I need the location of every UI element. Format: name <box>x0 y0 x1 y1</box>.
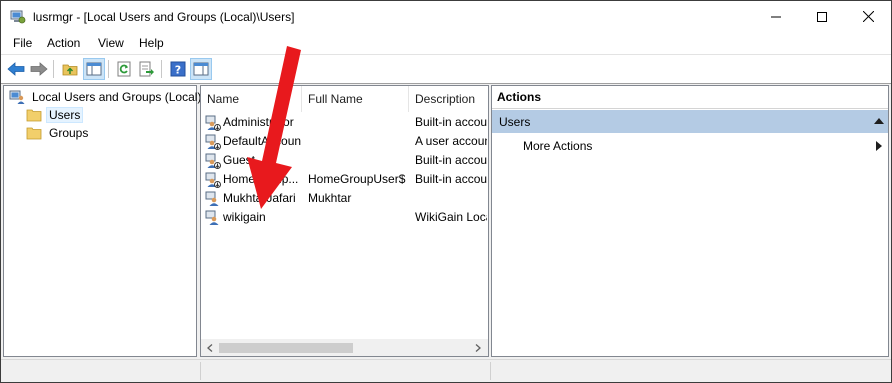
minimize-button[interactable] <box>753 1 799 32</box>
menu-view[interactable]: View <box>98 36 124 50</box>
forward-icon <box>30 62 48 76</box>
folder-icon <box>26 109 42 122</box>
tree-item-groups-label: Groups <box>49 126 89 140</box>
computer-management-icon <box>10 10 26 24</box>
user-icon <box>205 191 219 206</box>
menu-file[interactable]: File <box>13 36 32 50</box>
local-users-groups-icon <box>9 90 25 104</box>
close-button[interactable] <box>845 1 891 32</box>
horizontal-scrollbar[interactable] <box>201 339 488 356</box>
toolbar: ? <box>1 54 891 84</box>
column-header-full-name[interactable]: Full Name <box>302 86 409 112</box>
up-folder-icon <box>62 64 78 76</box>
actions-pane: Actions Users More Actions <box>491 85 889 357</box>
more-actions-label: More Actions <box>523 139 593 153</box>
users-list: Name Full Name Description Administrator… <box>200 85 489 357</box>
list-item[interactable]: MukhtarJafari Mukhtar <box>201 189 488 208</box>
column-header-description[interactable]: Description <box>409 86 488 112</box>
show-hide-tree-button[interactable] <box>83 58 105 80</box>
back-button[interactable] <box>5 58 27 80</box>
list-item[interactable]: wikigain WikiGain Local <box>201 208 488 227</box>
show-hide-action-pane-icon <box>193 62 209 76</box>
status-bar <box>1 359 891 382</box>
list-header: Name Full Name Description <box>201 86 488 112</box>
chevron-right-icon <box>475 343 481 352</box>
svg-text:?: ? <box>175 64 181 77</box>
console-tree: Local Users and Groups (Local) Users Gro… <box>3 85 201 357</box>
actions-title: Actions <box>497 90 542 104</box>
user-description: Built-in account for administering the c… <box>415 115 487 129</box>
menu-bar: File Action View Help <box>1 32 891 54</box>
show-hide-tree-icon <box>86 62 102 76</box>
menu-action[interactable]: Action <box>47 36 80 50</box>
scrollbar-thumb[interactable] <box>219 343 353 353</box>
list-item[interactable]: DefaultAccount A user account managed by… <box>201 132 488 151</box>
disabled-user-icon <box>205 115 221 131</box>
tree-item-users[interactable]: Users <box>26 106 84 124</box>
user-name: wikigain <box>223 210 266 224</box>
user-description: A user account managed by the system. <box>415 134 487 148</box>
actions-group-users[interactable]: Users <box>492 110 888 133</box>
submenu-arrow-icon <box>876 141 882 151</box>
status-divider <box>200 362 201 380</box>
title-bar[interactable]: lusrmgr - [Local Users and Groups (Local… <box>1 1 891 32</box>
tree-root[interactable]: Local Users and Groups (Local) <box>9 88 204 106</box>
window-title: lusrmgr - [Local Users and Groups (Local… <box>33 10 295 24</box>
forward-button[interactable] <box>28 58 50 80</box>
user-description: WikiGain Local <box>415 210 487 224</box>
chevron-left-icon <box>207 343 213 352</box>
list-item[interactable]: HomeGroup... HomeGroupUser$ Built-in acc… <box>201 170 488 189</box>
actions-header: Actions <box>492 86 888 109</box>
column-header-name[interactable]: Name <box>201 86 302 112</box>
user-name: Administrator <box>223 115 294 129</box>
disabled-user-icon <box>205 134 221 150</box>
maximize-button[interactable] <box>799 1 845 32</box>
status-divider <box>490 362 491 380</box>
user-full-name: HomeGroupUser$ <box>308 172 406 186</box>
refresh-button[interactable] <box>113 58 135 80</box>
user-description: Built-in account for guest access to the… <box>415 153 487 167</box>
toolbar-separator <box>108 60 109 78</box>
actions-group-label: Users <box>499 115 531 129</box>
user-name: MukhtarJafari <box>223 191 296 205</box>
help-icon: ? <box>170 61 186 77</box>
user-icon <box>205 210 219 225</box>
show-hide-action-pane-button[interactable] <box>190 58 212 80</box>
user-name: DefaultAccount <box>223 134 301 148</box>
close-icon <box>862 11 874 22</box>
scroll-left-button[interactable] <box>203 339 217 356</box>
disabled-user-icon <box>205 153 221 169</box>
maximize-icon <box>817 11 827 22</box>
list-item[interactable]: Guest Built-in account for guest access … <box>201 151 488 170</box>
up-one-level-button[interactable] <box>59 58 81 80</box>
tree-item-groups[interactable]: Groups <box>26 124 91 142</box>
minimize-icon <box>771 16 781 17</box>
tree-root-label: Local Users and Groups (Local) <box>32 90 202 104</box>
toolbar-separator <box>53 60 54 78</box>
toolbar-separator <box>161 60 162 78</box>
list-item[interactable]: Administrator Built-in account for admin… <box>201 113 488 132</box>
scroll-right-button[interactable] <box>471 339 485 356</box>
back-icon <box>7 62 25 76</box>
mmc-window: lusrmgr - [Local Users and Groups (Local… <box>0 0 892 383</box>
menu-help[interactable]: Help <box>139 36 164 50</box>
help-button[interactable]: ? <box>167 58 189 80</box>
disabled-user-icon <box>205 172 221 188</box>
user-full-name: Mukhtar <box>308 191 352 205</box>
export-list-icon <box>139 61 154 77</box>
export-list-button[interactable] <box>136 58 158 80</box>
more-actions-item[interactable]: More Actions <box>492 135 888 157</box>
folder-icon <box>26 127 42 140</box>
user-description: Built-in account for homegroup access to… <box>415 172 487 186</box>
refresh-icon <box>117 61 131 77</box>
collapse-up-icon[interactable] <box>874 118 884 124</box>
user-name: Guest <box>223 153 256 167</box>
user-name: HomeGroup... <box>223 172 299 186</box>
tree-item-users-label: Users <box>46 107 84 123</box>
